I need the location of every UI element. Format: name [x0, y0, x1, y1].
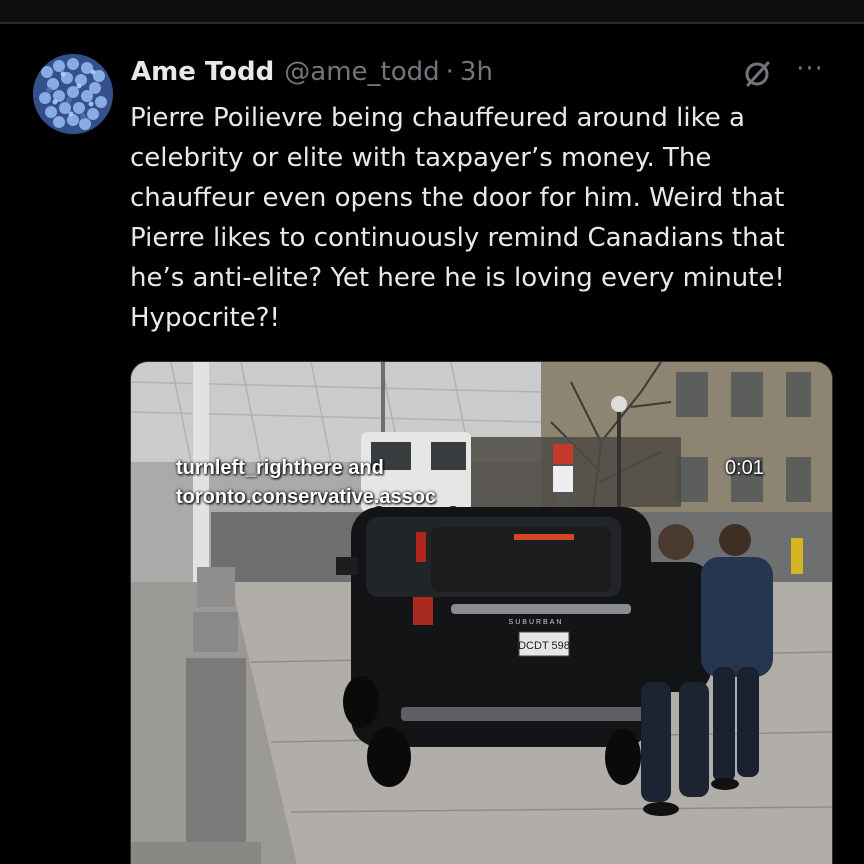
avatar[interactable]: [33, 54, 113, 134]
video-timestamp: 0:01: [725, 457, 764, 479]
more-options-icon[interactable]: ···: [792, 56, 828, 84]
tweet-screen: Ame Todd @ame_todd · 3h ··· Pierre Poili…: [0, 0, 864, 864]
top-divider: [0, 0, 864, 24]
author-name[interactable]: Ame Todd: [131, 57, 274, 87]
timestamp[interactable]: 3h: [460, 57, 493, 87]
video-player[interactable]: DCDT 598 SUBURBAN turnleft_righthere and…: [130, 361, 833, 864]
hydrangea-avatar-image: [33, 54, 113, 134]
tweet-header: Ame Todd @ame_todd · 3h: [131, 52, 493, 92]
separator-dot: ·: [445, 57, 454, 87]
vehicle-badge-text: SUBURBAN: [509, 619, 564, 626]
video-caption-overlay: turnleft_righthere and toronto.conservat…: [176, 457, 437, 508]
license-plate-text: DCDT 598: [518, 640, 570, 652]
author-handle[interactable]: @ame_todd: [284, 57, 439, 87]
tweet-text: Pierre Poilievre being chauffeured aroun…: [130, 103, 785, 333]
video-frame: DCDT 598 SUBURBAN: [131, 362, 832, 864]
grok-icon[interactable]: [741, 58, 773, 90]
